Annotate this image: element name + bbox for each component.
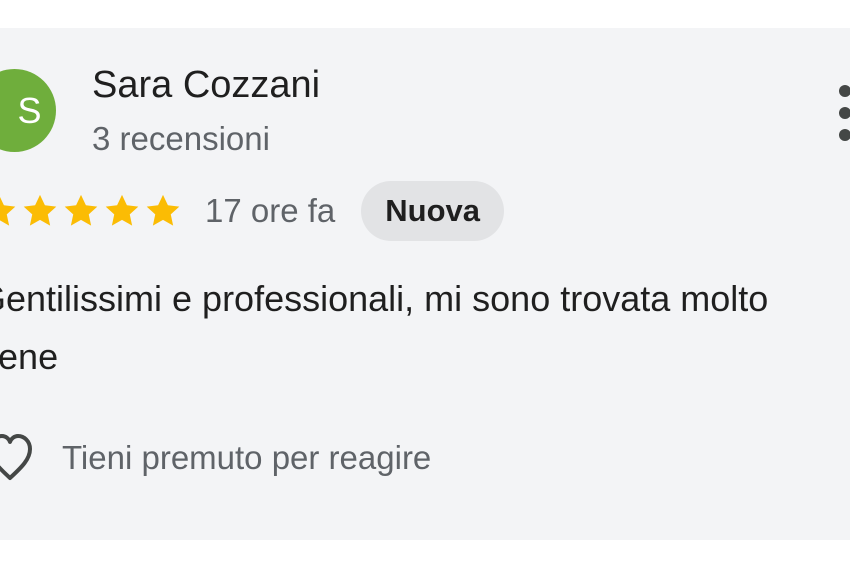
more-options-icon[interactable] (833, 85, 850, 141)
heart-outline-icon (0, 434, 32, 480)
star-icon (105, 194, 139, 226)
react-hint: Tieni premuto per reagire (62, 439, 432, 476)
star-rating (0, 192, 185, 230)
author-name[interactable]: Sara Cozzani (92, 64, 320, 107)
star-icon (64, 194, 98, 226)
rating-row: 17 ore fa Nuova (0, 181, 505, 241)
avatar-letter: S (17, 89, 42, 131)
avatar[interactable]: S (0, 69, 56, 152)
menu-dot (839, 85, 850, 97)
menu-dot (839, 107, 850, 119)
new-badge: Nuova (361, 181, 505, 241)
review-card: S Sara Cozzani 3 recensioni 17 ore fa Nu… (0, 28, 850, 540)
star-icon (0, 196, 16, 226)
star-icon (23, 194, 57, 226)
star-icon (146, 194, 180, 226)
review-time: 17 ore fa (205, 192, 336, 229)
author-review-count[interactable]: 3 recensioni (92, 120, 270, 158)
react-button[interactable]: Tieni premuto per reagire (0, 426, 431, 490)
menu-dot (839, 129, 850, 141)
review-text: Gentilissimi e professionali, mi sono tr… (0, 278, 769, 377)
